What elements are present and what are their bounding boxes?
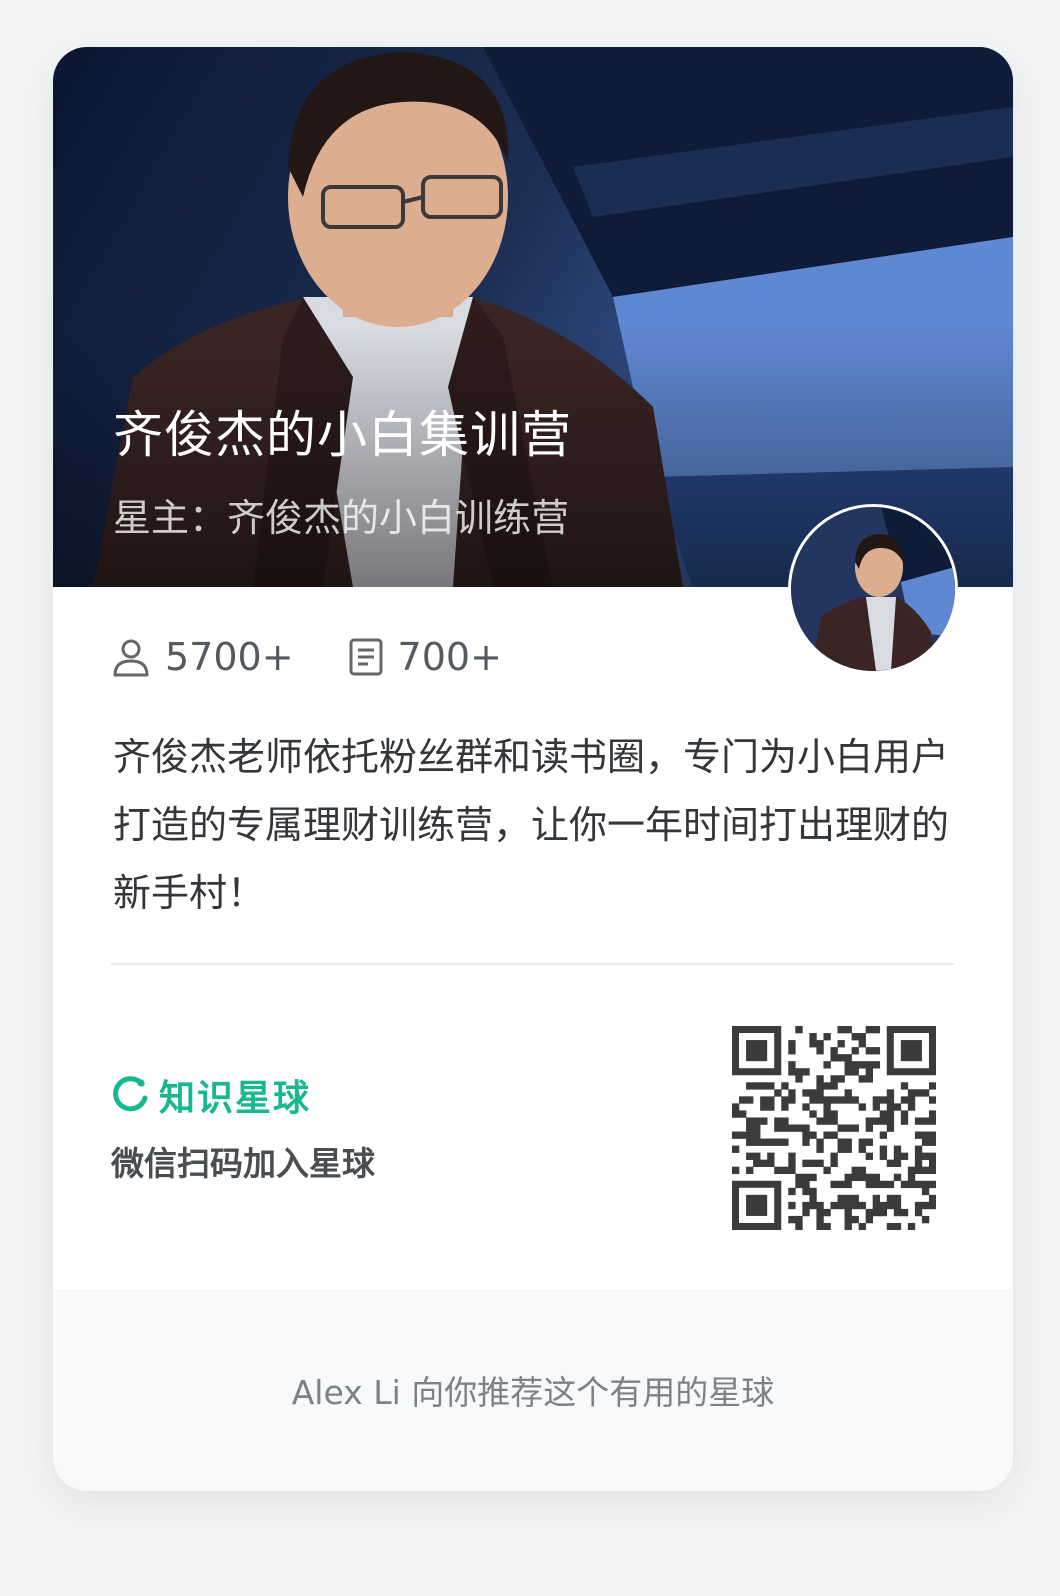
brand-name: 知识星球 [159,1078,312,1119]
planet-owner: 星主：齐俊杰的小白训练营 [113,496,570,540]
members-stat: 5700+ [111,635,294,679]
owner-avatar[interactable] [788,504,958,674]
posts-stat: 700+ [348,635,502,679]
avatar-photo [791,507,955,671]
members-count: 5700+ [165,635,294,679]
planet-logo-icon [113,1076,148,1112]
user-icon [113,639,149,677]
planet-description: 齐俊杰老师依托粉丝群和读书圈，专门为小白用户打造的专属理财训练营，让你一年时间打… [113,735,950,915]
planet-share-card: 齐俊杰的小白集训营 星主：齐俊杰的小白训练营 5700+ 700+ 齐俊杰老师依… [53,47,1013,1491]
posts-count: 700+ [397,635,502,679]
scan-hint: 微信扫码加入星球 [111,1144,375,1183]
qr-code[interactable] [732,1026,936,1230]
planet-title: 齐俊杰的小白集训营 [113,406,572,464]
brand-logo: 知识星球 [111,1069,311,1121]
divider [111,963,954,965]
recommend-text: Alex Li 向你推荐这个有用的星球 [291,1373,775,1412]
planet-stats: 5700+ 700+ [111,627,556,687]
document-icon [349,638,383,676]
recommend-footer: Alex Li 向你推荐这个有用的星球 [53,1289,1013,1491]
